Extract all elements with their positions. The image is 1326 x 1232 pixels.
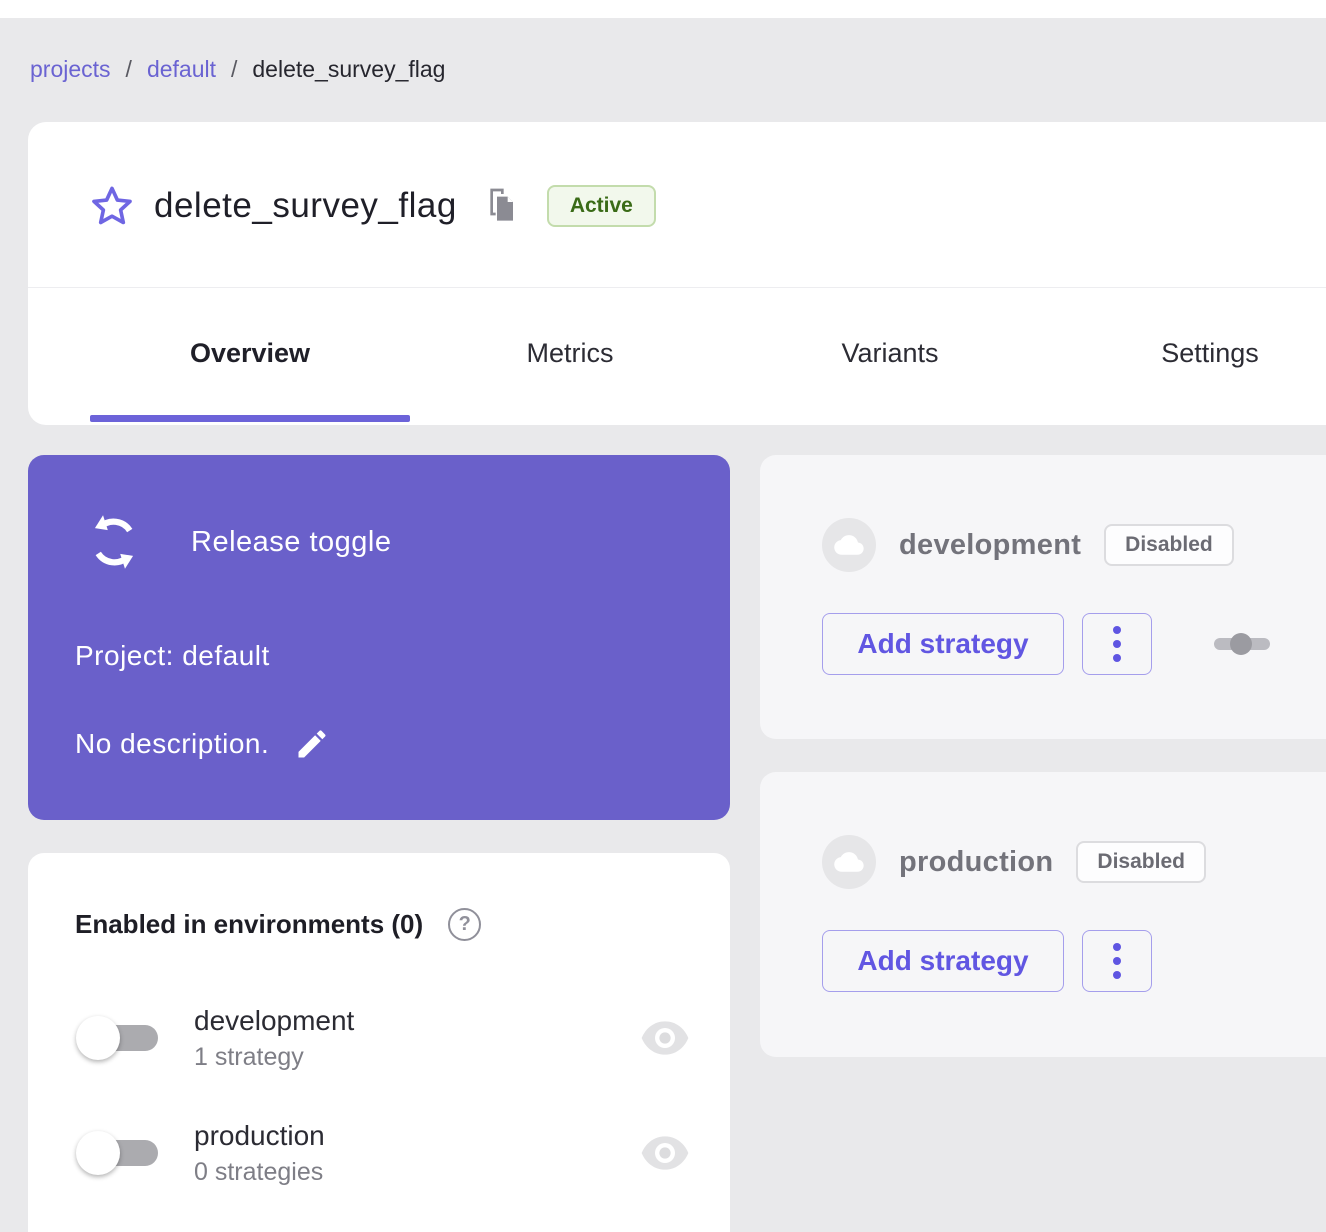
development-toggle-switch[interactable] bbox=[68, 1008, 172, 1068]
visibility-eye-button[interactable] bbox=[640, 1134, 690, 1172]
environment-enable-switch[interactable] bbox=[1210, 629, 1274, 659]
kebab-icon bbox=[1113, 640, 1121, 648]
environment-status-badge: Disabled bbox=[1104, 524, 1234, 566]
environment-strategy-count: 1 strategy bbox=[194, 1043, 354, 1072]
active-tab-indicator bbox=[90, 415, 410, 422]
status-badge: Active bbox=[547, 185, 656, 227]
eye-icon bbox=[640, 1019, 690, 1057]
favorite-star-button[interactable] bbox=[88, 182, 136, 230]
add-strategy-button[interactable]: Add strategy bbox=[822, 930, 1064, 992]
breadcrumb: projects / default / delete_survey_flag bbox=[30, 56, 445, 83]
switch-thumb bbox=[76, 1131, 120, 1175]
environment-card-production: production Disabled Add strategy bbox=[760, 772, 1326, 1057]
breadcrumb-current: delete_survey_flag bbox=[252, 56, 445, 83]
cloud-icon bbox=[833, 529, 865, 561]
breadcrumb-projects-link[interactable]: projects bbox=[30, 56, 111, 83]
copy-flag-name-button[interactable] bbox=[483, 185, 519, 227]
tab-settings[interactable]: Settings bbox=[1050, 288, 1326, 419]
tab-overview[interactable]: Overview bbox=[90, 288, 410, 419]
environment-card-name: development bbox=[899, 529, 1081, 562]
tab-metrics[interactable]: Metrics bbox=[410, 288, 730, 419]
kebab-icon bbox=[1113, 943, 1121, 951]
pencil-icon bbox=[294, 726, 330, 762]
kebab-icon bbox=[1113, 971, 1121, 979]
flag-type-label: Release toggle bbox=[191, 526, 391, 559]
environment-row-development: development 1 strategy bbox=[68, 993, 690, 1083]
visibility-eye-button[interactable] bbox=[640, 1019, 690, 1057]
page-title: delete_survey_flag bbox=[154, 186, 457, 226]
help-icon[interactable]: ? bbox=[448, 908, 481, 941]
environment-card-actions: Add strategy bbox=[822, 613, 1274, 675]
environment-card-header: production Disabled bbox=[822, 834, 1206, 890]
flag-header-card: delete_survey_flag Active Overview Metri… bbox=[28, 122, 1326, 425]
more-actions-button[interactable] bbox=[1082, 930, 1152, 992]
kebab-icon bbox=[1113, 626, 1121, 634]
switch-thumb bbox=[76, 1016, 120, 1060]
flag-project-label: Project: default bbox=[75, 640, 270, 672]
flag-description: No description. bbox=[75, 728, 269, 760]
environment-avatar bbox=[822, 835, 876, 889]
edit-description-button[interactable] bbox=[293, 725, 331, 763]
tab-bar: Overview Metrics Variants Settings bbox=[90, 288, 1326, 419]
environment-card-development: development Disabled Add strategy bbox=[760, 455, 1326, 739]
environment-labels: development 1 strategy bbox=[194, 1005, 354, 1072]
environment-card-name: production bbox=[899, 846, 1053, 879]
switch-thumb bbox=[1230, 633, 1252, 655]
environment-strategy-count: 0 strategies bbox=[194, 1158, 325, 1187]
flag-title-row: delete_survey_flag Active bbox=[88, 174, 656, 238]
star-outline-icon bbox=[89, 183, 135, 229]
environment-card-header: development Disabled bbox=[822, 517, 1234, 573]
environment-name: production bbox=[194, 1120, 325, 1152]
add-strategy-button[interactable]: Add strategy bbox=[822, 613, 1064, 675]
flag-description-row: No description. bbox=[75, 725, 331, 763]
enabled-environments-header: Enabled in environments (0) ? bbox=[75, 908, 481, 941]
more-actions-button[interactable] bbox=[1082, 613, 1152, 675]
environment-status-badge: Disabled bbox=[1076, 841, 1206, 883]
eye-icon bbox=[640, 1134, 690, 1172]
cloud-icon bbox=[833, 846, 865, 878]
production-toggle-switch[interactable] bbox=[68, 1123, 172, 1183]
tab-variants[interactable]: Variants bbox=[730, 288, 1050, 419]
enabled-environments-panel: Enabled in environments (0) ? developmen… bbox=[28, 853, 730, 1232]
environment-avatar bbox=[822, 518, 876, 572]
kebab-icon bbox=[1113, 654, 1121, 662]
flag-type-row: Release toggle bbox=[85, 511, 391, 573]
breadcrumb-separator: / bbox=[126, 56, 132, 83]
flag-overview-card: Release toggle Project: default No descr… bbox=[28, 455, 730, 820]
kebab-icon bbox=[1113, 957, 1121, 965]
feature-flag-page: projects / default / delete_survey_flag … bbox=[0, 0, 1326, 1232]
environment-row-production: production 0 strategies bbox=[68, 1108, 690, 1198]
breadcrumb-separator: / bbox=[231, 56, 237, 83]
copy-icon bbox=[485, 186, 517, 226]
environment-labels: production 0 strategies bbox=[194, 1120, 325, 1187]
breadcrumb-default-link[interactable]: default bbox=[147, 56, 216, 83]
sync-icon bbox=[85, 511, 143, 573]
environment-card-actions: Add strategy bbox=[822, 930, 1152, 992]
environment-name: development bbox=[194, 1005, 354, 1037]
enabled-environments-title: Enabled in environments (0) bbox=[75, 909, 423, 940]
